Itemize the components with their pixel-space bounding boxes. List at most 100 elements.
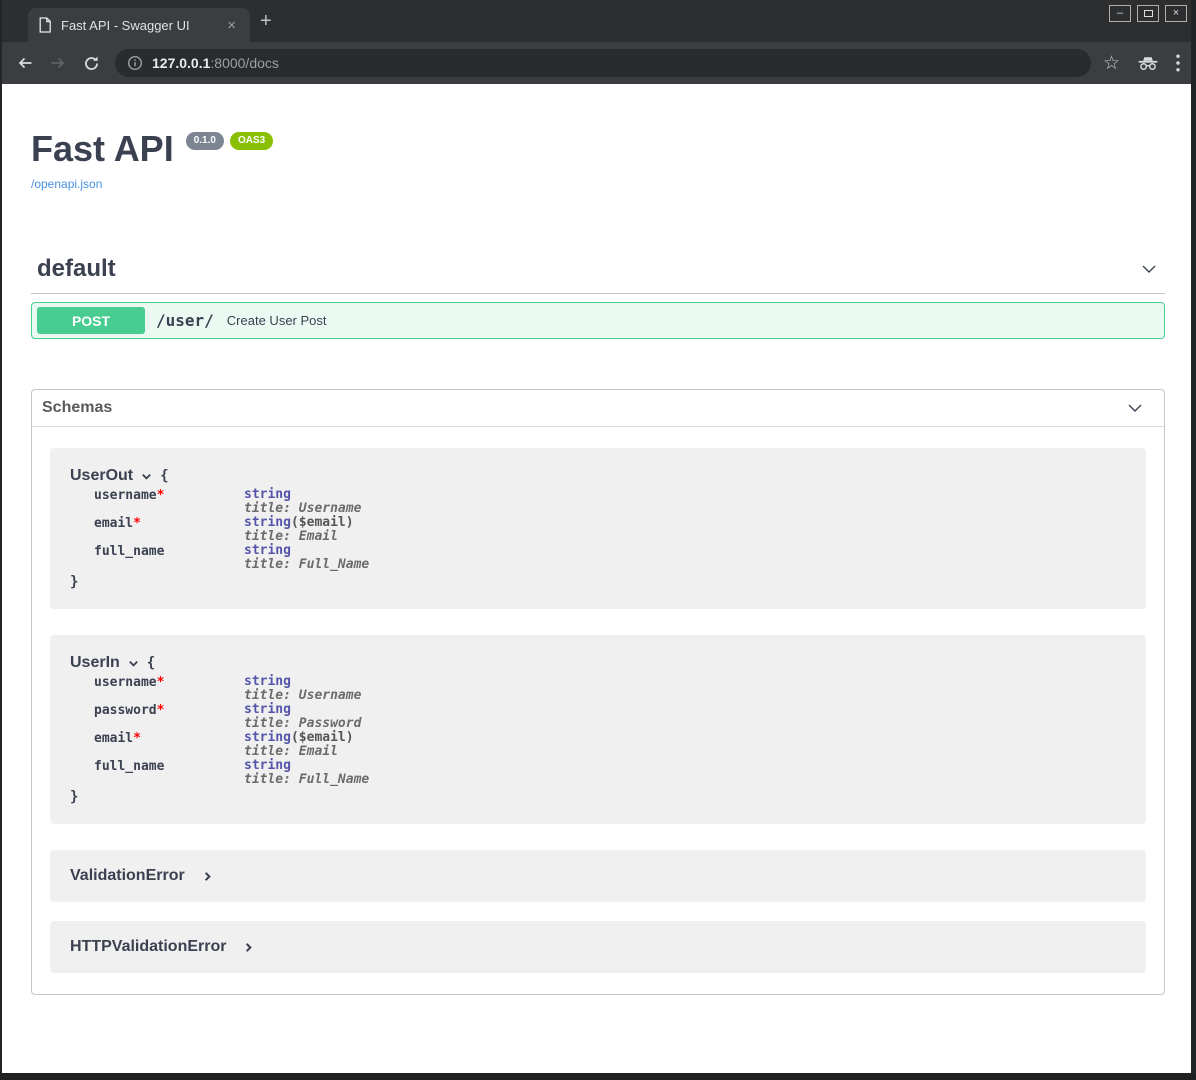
browser-menu-icon[interactable]	[1176, 54, 1180, 72]
property-desc: string title: Username	[244, 675, 361, 703]
incognito-icon	[1136, 55, 1160, 71]
model-validationerror-header[interactable]: ValidationError	[70, 867, 1126, 885]
required-star: *	[157, 675, 165, 690]
minimize-button[interactable]: –	[1109, 5, 1131, 22]
property-row: email* string($email) title: Email	[94, 516, 1126, 544]
model-validationerror: ValidationError	[50, 850, 1146, 902]
property-desc: string title: Password	[244, 703, 361, 731]
required-star: *	[133, 731, 141, 746]
site-info-icon[interactable]	[127, 55, 143, 71]
close-brace: }	[70, 789, 1126, 805]
page-title: Fast API	[31, 131, 174, 167]
address-bar[interactable]: 127.0.0.1:8000/docs	[115, 49, 1091, 77]
api-title-row: Fast API 0.1.0 OAS3	[31, 131, 1165, 167]
browser-toolbar: 127.0.0.1:8000/docs ☆	[0, 42, 1196, 84]
property-title: title: Full_Name	[244, 558, 369, 572]
required-star: *	[133, 516, 141, 531]
model-title: UserIn	[70, 654, 120, 672]
endpoint-summary: Create User Post	[227, 313, 327, 328]
model-httpvalidationerror-header[interactable]: HTTPValidationError	[70, 938, 1126, 956]
property-title: title: Password	[244, 717, 361, 731]
tag-title: default	[37, 255, 116, 283]
method-badge: POST	[37, 307, 145, 334]
tag-header-default[interactable]: default	[31, 251, 1165, 294]
browser-window: Fast API - Swagger UI × + – × 127.0.0.1:…	[0, 0, 1196, 1080]
property-type: string	[244, 702, 291, 717]
property-list: username* string title: Username email* …	[94, 488, 1126, 572]
property-desc: string title: Full_Name	[244, 759, 369, 787]
bookmark-star-icon[interactable]: ☆	[1103, 54, 1120, 73]
property-name: password*	[94, 703, 244, 731]
property-row: full_name string title: Full_Name	[94, 759, 1126, 787]
property-title: title: Username	[244, 502, 361, 516]
forward-icon[interactable]	[45, 54, 71, 72]
back-icon[interactable]	[12, 54, 38, 72]
tab-title: Fast API - Swagger UI	[61, 18, 223, 33]
model-userout-header[interactable]: UserOut {	[70, 467, 1126, 485]
chevron-down-icon[interactable]	[1125, 398, 1145, 418]
property-row: full_name string title: Full_Name	[94, 544, 1126, 572]
window-controls: – ×	[1109, 5, 1187, 22]
url-host: 127.0.0.1	[152, 55, 210, 71]
model-userin: UserIn { username* string title: Usernam…	[50, 635, 1146, 824]
model-userin-header[interactable]: UserIn {	[70, 654, 1126, 672]
badges: 0.1.0 OAS3	[186, 132, 273, 150]
property-desc: string($email) title: Email	[244, 731, 354, 759]
property-name: username*	[94, 488, 244, 516]
reload-icon[interactable]	[78, 55, 104, 72]
property-list: username* string title: Username passwor…	[94, 675, 1126, 787]
open-brace: {	[160, 468, 168, 484]
openapi-spec-link[interactable]: /openapi.json	[31, 177, 102, 191]
close-brace: }	[70, 574, 1126, 590]
model-userout: UserOut { username* string title: Userna…	[50, 448, 1146, 609]
schemas-header[interactable]: Schemas	[32, 390, 1164, 427]
property-name: email*	[94, 516, 244, 544]
browser-tab[interactable]: Fast API - Swagger UI ×	[28, 8, 250, 42]
close-button[interactable]: ×	[1165, 5, 1187, 22]
property-title: title: Full_Name	[244, 773, 369, 787]
property-name: full_name	[94, 759, 244, 787]
api-info: Fast API 0.1.0 OAS3 /openapi.json	[31, 84, 1165, 193]
property-name: full_name	[94, 544, 244, 572]
maximize-button[interactable]	[1137, 5, 1159, 22]
chevron-down-icon[interactable]	[1139, 259, 1159, 279]
property-row: email* string($email) title: Email	[94, 731, 1126, 759]
model-httpvalidationerror: HTTPValidationError	[50, 921, 1146, 973]
property-title: title: Email	[244, 745, 354, 759]
version-badge: 0.1.0	[186, 132, 224, 150]
oas3-badge: OAS3	[230, 132, 273, 150]
property-name: username*	[94, 675, 244, 703]
property-format: ($email)	[291, 515, 354, 530]
property-type: string	[244, 543, 291, 558]
property-desc: string title: Username	[244, 488, 361, 516]
chevron-right-icon[interactable]	[201, 870, 214, 883]
endpoint-path: /user/	[156, 311, 214, 330]
new-tab-button[interactable]: +	[260, 11, 272, 31]
property-type: string	[244, 515, 291, 530]
property-format: ($email)	[291, 730, 354, 745]
property-name: email*	[94, 731, 244, 759]
model-title: UserOut	[70, 467, 133, 485]
model-title: HTTPValidationError	[70, 938, 226, 956]
opblock-post-user[interactable]: POST /user/ Create User Post	[31, 302, 1165, 339]
chevron-down-icon[interactable]	[127, 657, 140, 670]
property-row: username* string title: Username	[94, 488, 1126, 516]
schemas-content: UserOut { username* string title: Userna…	[32, 427, 1164, 994]
property-title: title: Username	[244, 689, 361, 703]
titlebar: Fast API - Swagger UI × + – ×	[0, 0, 1196, 42]
window-border-bottom	[0, 1073, 1196, 1080]
property-type: string	[244, 730, 291, 745]
tab-close-icon[interactable]: ×	[223, 16, 240, 35]
required-star: *	[157, 703, 165, 718]
required-star: *	[157, 488, 165, 503]
open-brace: {	[147, 655, 155, 671]
window-border-left	[0, 0, 2, 1080]
property-type: string	[244, 758, 291, 773]
url-text: 127.0.0.1:8000/docs	[152, 55, 279, 71]
property-type: string	[244, 674, 291, 689]
page-favicon-icon	[38, 17, 52, 33]
url-path: :8000/docs	[210, 55, 279, 71]
chevron-right-icon[interactable]	[242, 941, 255, 954]
chevron-down-icon[interactable]	[140, 470, 153, 483]
model-title: ValidationError	[70, 867, 185, 885]
